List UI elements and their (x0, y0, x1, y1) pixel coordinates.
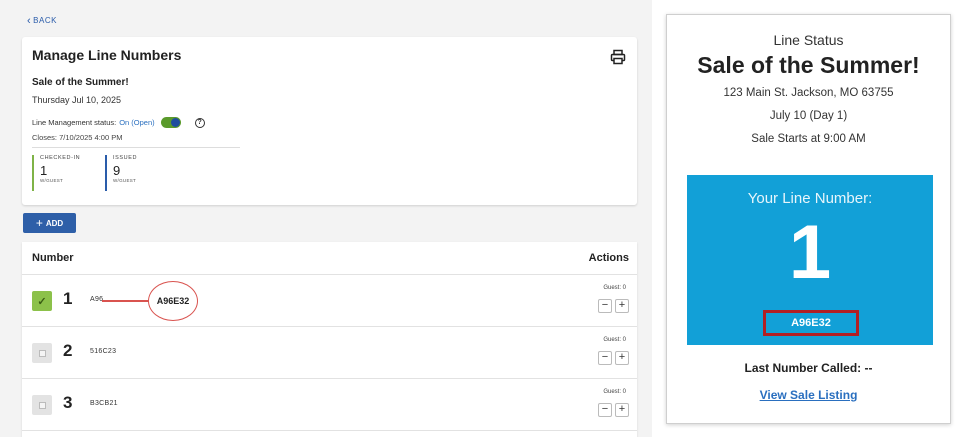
back-label: BACK (33, 16, 57, 25)
line-code: A96E32 (763, 310, 859, 336)
divider (32, 147, 240, 148)
sale-day: July 10 (Day 1) (769, 110, 848, 122)
row-code: 516C23 (90, 348, 117, 355)
manage-panel: ‹ BACK Manage Line Numbers Sale of the S… (0, 0, 652, 437)
guest-stepper: − + (598, 299, 629, 313)
line-status-heading: Line Status (773, 32, 844, 48)
line-management-status: Line Management status: On (Open) ? (32, 117, 205, 128)
view-sale-listing-link[interactable]: View Sale Listing (667, 388, 950, 402)
sale-name: Sale of the Summer! (32, 77, 129, 88)
minus-button[interactable]: − (598, 351, 612, 365)
sale-title: Sale of the Summer! (697, 52, 920, 78)
toggle-knob (170, 118, 180, 127)
plus-button[interactable]: + (615, 299, 629, 313)
issued-sub: W/GUEST (113, 178, 137, 183)
row-checkbox[interactable] (32, 343, 52, 363)
sale-address: 123 Main St. Jackson, MO 63755 (723, 87, 894, 99)
col-number: Number (32, 252, 74, 264)
table-row: 3 B3CB21 Guest: 0 − + (22, 379, 637, 431)
issued-value: 9 (113, 163, 121, 178)
last-number-called: Last Number Called: -- (744, 361, 873, 375)
sale-start-time: Sale Starts at 9:00 AM (751, 133, 866, 145)
guest-stepper: − + (598, 403, 629, 417)
code-callout: A96E32 (148, 281, 198, 321)
status-value: On (Open) (119, 118, 155, 127)
row-code: B3CB21 (90, 400, 118, 407)
status-label: Line Management status: (32, 118, 117, 127)
add-button[interactable]: + ADD (23, 213, 76, 233)
guest-count: Guest: 0 (603, 337, 626, 343)
guest-count: Guest: 0 (603, 389, 626, 395)
table-row: 2 516C23 Guest: 0 − + (22, 327, 637, 379)
printer-icon[interactable] (610, 49, 626, 65)
table-header: Number Actions (22, 242, 637, 275)
line-number-box: Your Line Number: 1 A96E32 (687, 175, 933, 345)
page-title: Manage Line Numbers (32, 47, 182, 63)
guest-count: Guest: 0 (603, 285, 626, 291)
checked-in-stat: CHECKED-IN 1 W/GUEST (32, 155, 80, 191)
your-line-label: Your Line Number: (747, 190, 873, 207)
check-icon: ✓ (37, 295, 47, 308)
row-number: 1 (63, 289, 73, 308)
chevron-left-icon: ‹ (27, 14, 32, 27)
back-link[interactable]: ‹ BACK (27, 14, 57, 27)
add-label: ADD (45, 218, 64, 228)
issued-stat: ISSUED 9 W/GUEST (105, 155, 137, 191)
line-number: 1 (788, 210, 832, 295)
plus-button[interactable]: + (615, 403, 629, 417)
minus-button[interactable]: − (598, 299, 612, 313)
sale-date: Thursday Jul 10, 2025 (32, 95, 122, 105)
plus-button[interactable]: + (615, 351, 629, 365)
empty-box (38, 349, 46, 357)
row-number: 2 (63, 341, 73, 360)
minus-button[interactable]: − (598, 403, 612, 417)
row-checkbox[interactable] (32, 395, 52, 415)
checked-in-value: 1 (40, 163, 48, 178)
help-icon[interactable]: ? (194, 117, 205, 128)
col-actions: Actions (588, 252, 629, 264)
row-checkbox[interactable]: ✓ (32, 291, 52, 311)
empty-box (38, 401, 46, 409)
issued-label: ISSUED (113, 155, 138, 161)
closes-time: Closes: 7/10/2025 4:00 PM (32, 133, 123, 142)
plus-icon: + (35, 216, 43, 230)
manage-card: Manage Line Numbers Sale of the Summer! … (22, 37, 637, 205)
table-row: ✓ 1 A96 A96E32 Guest: 0 − + (22, 275, 637, 327)
row-number: 3 (63, 393, 73, 412)
line-management-toggle[interactable] (160, 117, 181, 128)
guest-stepper: − + (598, 351, 629, 365)
checked-in-label: CHECKED-IN (40, 155, 81, 161)
line-numbers-table: Number Actions ✓ 1 A96 A96E32 Guest: 0 −… (22, 242, 637, 437)
checked-in-sub: W/GUEST (40, 178, 64, 183)
line-status-card: Line Status Sale of the Summer! 123 Main… (666, 14, 951, 424)
